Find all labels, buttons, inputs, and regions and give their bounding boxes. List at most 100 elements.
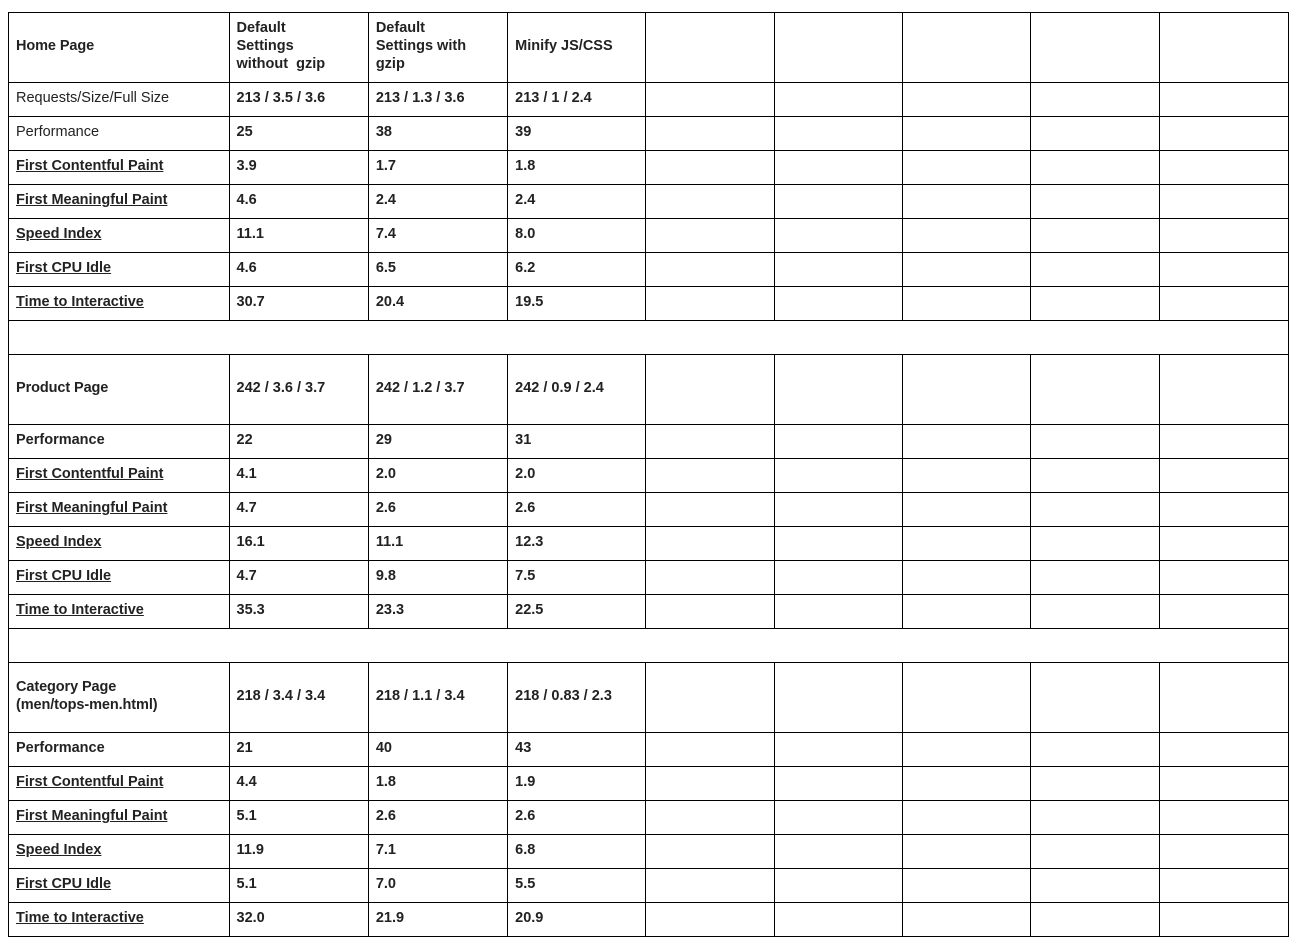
spacer-cell bbox=[8, 320, 1289, 355]
empty-cell bbox=[1030, 492, 1160, 527]
empty-cell bbox=[773, 834, 904, 869]
value-cell: 2.4 bbox=[367, 184, 509, 219]
value-cell: 213 / 3.5 / 3.6 bbox=[228, 82, 369, 117]
table-row: Time to Interactive 35.3 23.3 22.5 bbox=[8, 594, 1290, 629]
empty-cell bbox=[1030, 732, 1160, 767]
metric-link-speed-index[interactable]: Speed Index bbox=[8, 834, 230, 869]
metric-link-first-meaningful-paint[interactable]: First Meaningful Paint bbox=[8, 184, 230, 219]
value-cell: 11.1 bbox=[228, 218, 369, 253]
metric-link-first-contentful-paint[interactable]: First Contentful Paint bbox=[8, 766, 230, 801]
column-header-cell: 242 / 0.9 / 2.4 bbox=[507, 354, 647, 425]
value-cell: 3.9 bbox=[228, 150, 369, 185]
value-cell: 2.6 bbox=[367, 800, 509, 835]
section-header-row: Product Page 242 / 3.6 / 3.7 242 / 1.2 / 3… bbox=[8, 354, 1290, 425]
empty-cell bbox=[773, 492, 904, 527]
table-row: Speed Index 11.9 7.1 6.8 bbox=[8, 834, 1290, 869]
empty-cell bbox=[773, 252, 904, 287]
metric-link-first-meaningful-paint[interactable]: First Meaningful Paint bbox=[8, 492, 230, 527]
empty-cell bbox=[773, 82, 904, 117]
empty-cell bbox=[645, 594, 775, 629]
empty-cell bbox=[1158, 902, 1290, 937]
row-label: Performance bbox=[8, 116, 230, 151]
metric-link-first-cpu-idle[interactable]: First CPU Idle bbox=[8, 560, 230, 595]
empty-cell bbox=[902, 424, 1032, 459]
spreadsheet-canvas: Home Page Default Settings without gzip De… bbox=[0, 0, 1301, 940]
table-row: First Meaningful Paint 4.6 2.4 2.4 bbox=[8, 184, 1290, 219]
column-header-cell: 218 / 1.1 / 3.4 bbox=[367, 662, 509, 733]
empty-cell bbox=[773, 184, 904, 219]
empty-cell bbox=[773, 868, 904, 903]
metric-link-first-meaningful-paint[interactable]: First Meaningful Paint bbox=[8, 800, 230, 835]
table-row: First Contentful Paint 4.4 1.8 1.9 bbox=[8, 766, 1290, 801]
empty-cell bbox=[1030, 526, 1160, 561]
value-cell: 5.5 bbox=[507, 868, 647, 903]
empty-cell bbox=[773, 12, 904, 83]
metric-link-time-to-interactive[interactable]: Time to Interactive bbox=[8, 594, 230, 629]
empty-cell bbox=[1030, 800, 1160, 835]
empty-cell bbox=[645, 150, 775, 185]
empty-cell bbox=[1030, 662, 1160, 733]
value-cell: 2.6 bbox=[507, 492, 647, 527]
empty-cell bbox=[645, 82, 775, 117]
empty-cell bbox=[773, 150, 904, 185]
empty-cell bbox=[1158, 286, 1290, 321]
value-cell: 4.7 bbox=[228, 560, 369, 595]
table-row: Speed Index 11.1 7.4 8.0 bbox=[8, 218, 1290, 253]
empty-cell bbox=[1158, 424, 1290, 459]
metric-link-first-cpu-idle[interactable]: First CPU Idle bbox=[8, 868, 230, 903]
empty-cell bbox=[1158, 184, 1290, 219]
value-cell: 4.4 bbox=[228, 766, 369, 801]
empty-cell bbox=[645, 560, 775, 595]
empty-cell bbox=[1030, 12, 1160, 83]
empty-cell bbox=[645, 458, 775, 493]
empty-cell bbox=[1030, 868, 1160, 903]
value-cell: 5.1 bbox=[228, 868, 369, 903]
column-header-cell: 218 / 0.83 / 2.3 bbox=[507, 662, 647, 733]
value-cell: 1.7 bbox=[367, 150, 509, 185]
table-row: First CPU Idle 4.7 9.8 7.5 bbox=[8, 560, 1290, 595]
empty-cell bbox=[902, 12, 1032, 83]
empty-cell bbox=[645, 286, 775, 321]
value-cell: 38 bbox=[367, 116, 509, 151]
empty-cell bbox=[1158, 116, 1290, 151]
empty-cell bbox=[645, 424, 775, 459]
empty-cell bbox=[902, 354, 1032, 425]
section-spacer-row bbox=[8, 628, 1289, 663]
empty-cell bbox=[1158, 732, 1290, 767]
value-cell: 7.4 bbox=[367, 218, 509, 253]
empty-cell bbox=[773, 424, 904, 459]
empty-cell bbox=[1030, 82, 1160, 117]
section-header-row: Home Page Default Settings without gzip De… bbox=[8, 12, 1290, 83]
value-cell: 5.1 bbox=[228, 800, 369, 835]
value-cell: 22.5 bbox=[507, 594, 647, 629]
empty-cell bbox=[773, 116, 904, 151]
table-row: Requests/Size/Full Size 213 / 3.5 / 3.6 21… bbox=[8, 82, 1290, 117]
table-body: Home Page Default Settings without gzip De… bbox=[8, 12, 1290, 937]
empty-cell bbox=[1030, 218, 1160, 253]
empty-cell bbox=[902, 526, 1032, 561]
empty-cell bbox=[1158, 594, 1290, 629]
metric-link-time-to-interactive[interactable]: Time to Interactive bbox=[8, 286, 230, 321]
metric-link-speed-index[interactable]: Speed Index bbox=[8, 526, 230, 561]
value-cell: 7.5 bbox=[507, 560, 647, 595]
table-row: Speed Index 16.1 11.1 12.3 bbox=[8, 526, 1290, 561]
value-cell: 4.1 bbox=[228, 458, 369, 493]
value-cell: 8.0 bbox=[507, 218, 647, 253]
value-cell: 30.7 bbox=[228, 286, 369, 321]
empty-cell bbox=[902, 834, 1032, 869]
empty-cell bbox=[1030, 286, 1160, 321]
table-row: Performance 25 38 39 bbox=[8, 116, 1290, 151]
empty-cell bbox=[773, 902, 904, 937]
table-row: Performance 22 29 31 bbox=[8, 424, 1290, 459]
empty-cell bbox=[645, 732, 775, 767]
metric-link-first-contentful-paint[interactable]: First Contentful Paint bbox=[8, 150, 230, 185]
empty-cell bbox=[645, 218, 775, 253]
metric-link-time-to-interactive[interactable]: Time to Interactive bbox=[8, 902, 230, 937]
metric-link-speed-index[interactable]: Speed Index bbox=[8, 218, 230, 253]
empty-cell bbox=[773, 218, 904, 253]
metric-link-first-cpu-idle[interactable]: First CPU Idle bbox=[8, 252, 230, 287]
metric-link-first-contentful-paint[interactable]: First Contentful Paint bbox=[8, 458, 230, 493]
value-cell: 2.4 bbox=[507, 184, 647, 219]
value-cell: 32.0 bbox=[228, 902, 369, 937]
empty-cell bbox=[773, 526, 904, 561]
